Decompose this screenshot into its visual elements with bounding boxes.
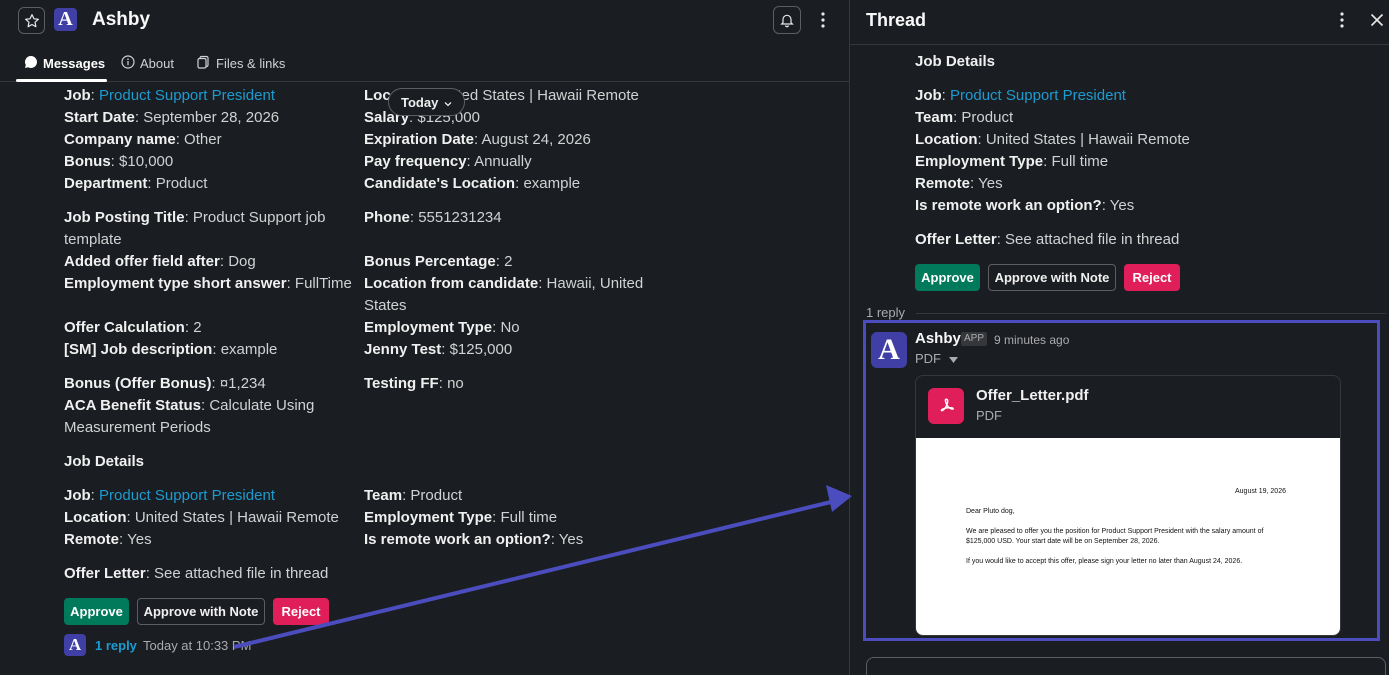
annotation-arrow	[233, 485, 852, 649]
